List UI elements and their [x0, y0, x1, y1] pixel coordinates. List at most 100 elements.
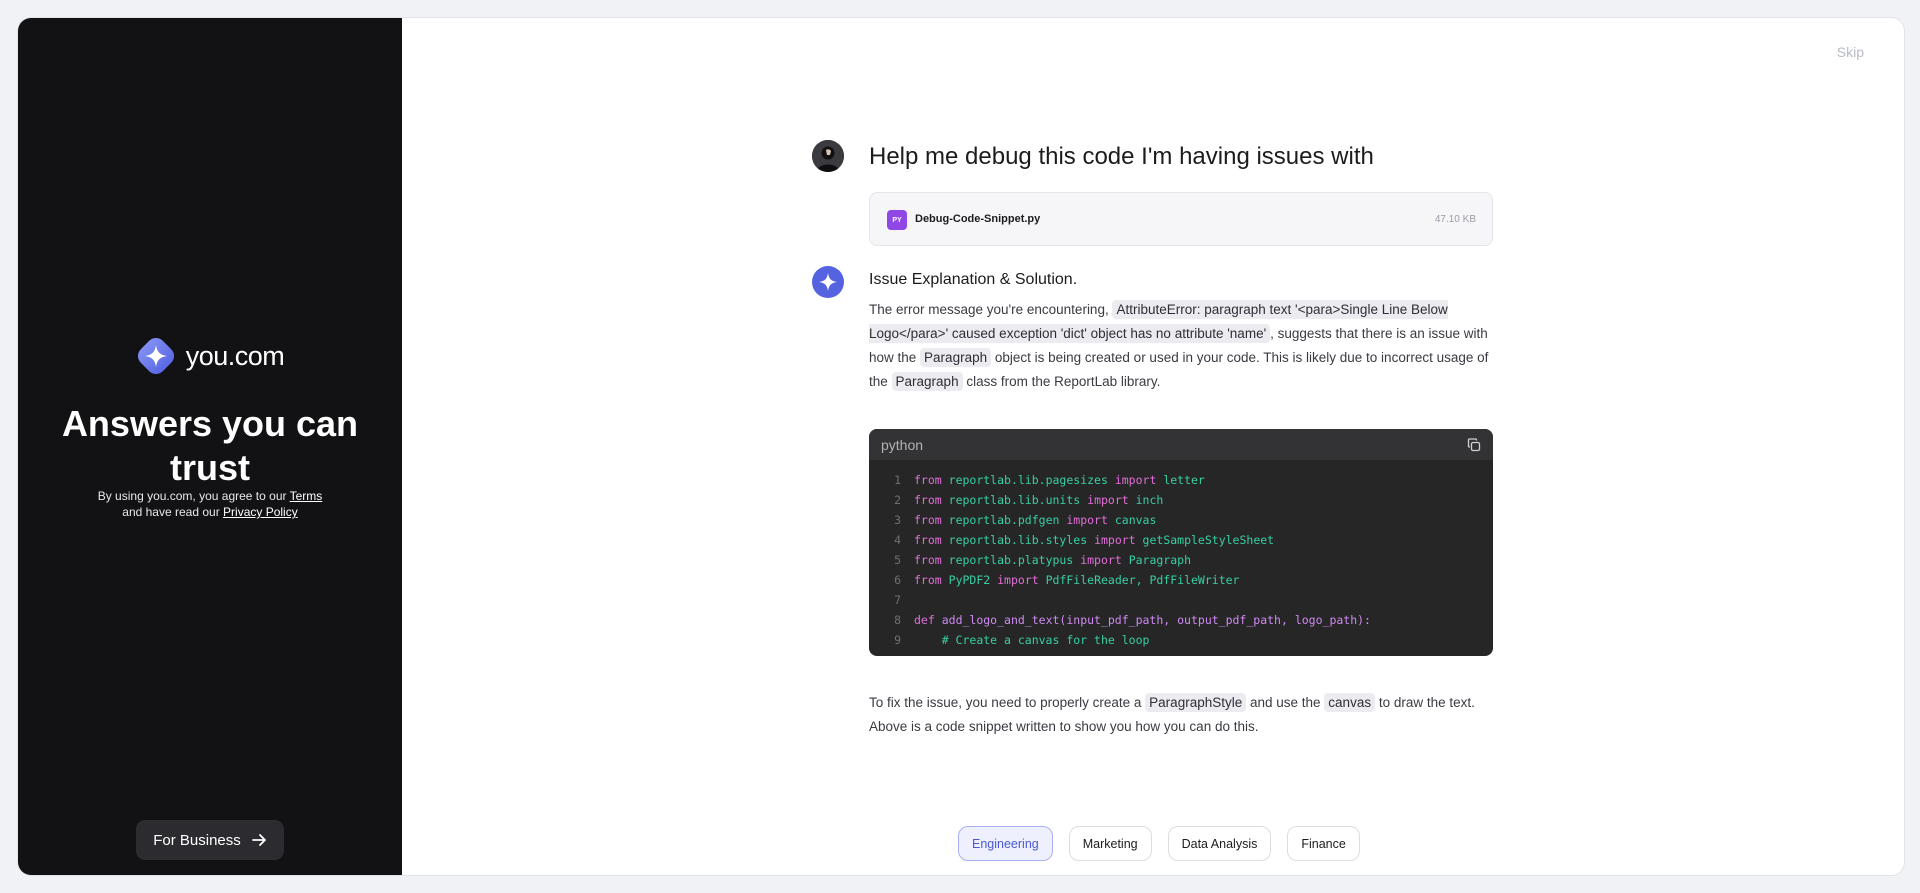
code-token: from: [914, 493, 942, 507]
tagline: Answers you can trust: [61, 403, 359, 488]
code-token: reportlab.lib.units: [948, 493, 1081, 507]
line-number: 9: [894, 633, 901, 647]
left-panel: you.com Answers you can trust By using y…: [18, 18, 402, 875]
code-line: 8 def add_logo_and_text(input_pdf_path, o…: [869, 610, 1493, 630]
code-line: 2 from reportlab.lib.units import inch: [869, 490, 1493, 510]
answer-text: The error message you're encountering,: [869, 302, 1113, 317]
code-line: 7: [869, 590, 1493, 610]
code-line: 5 from reportlab.platypus import Paragrap…: [869, 550, 1493, 570]
code-token: reportlab.pdfgen: [948, 513, 1060, 527]
file-size: 47.10 KB: [1434, 214, 1476, 225]
category-chips: Engineering Marketing Data Analysis Finance: [958, 826, 1360, 861]
code-token: from: [914, 573, 942, 587]
code-token: add_logo_and_text(input_pdf_path, output…: [941, 613, 1371, 627]
code-token: from: [914, 513, 942, 527]
answer-text: To fix the issue, you need to properly c…: [869, 695, 1146, 710]
code-block-header: python: [869, 429, 1493, 460]
code-token: PyPDF2: [948, 573, 991, 587]
for-business-button[interactable]: For Business: [136, 820, 284, 860]
code-language: python: [881, 436, 924, 453]
code-token: import: [1066, 513, 1108, 527]
code-token: reportlab.lib.pagesizes: [948, 473, 1108, 487]
copy-icon[interactable]: [1467, 437, 1481, 452]
line-number: 3: [894, 513, 901, 527]
line-number: 5: [894, 553, 901, 567]
legal-line-1: By using you.com, you agree to our Terms: [18, 488, 402, 504]
legal-text-1: By using you.com, you agree to our: [97, 489, 290, 503]
code-token: # Create a canvas for the loop: [941, 633, 1150, 647]
inline-code: Paragraph: [891, 372, 963, 391]
code-token: canvas: [1114, 513, 1157, 527]
code-token: getSampleStyleSheet: [1142, 533, 1275, 547]
legal-notice: By using you.com, you agree to our Terms…: [18, 488, 402, 520]
code-token: Paragraph: [1128, 553, 1191, 567]
line-number: 4: [894, 533, 901, 547]
code-block: python 1 from reportlab.lib.pagesizes imp…: [869, 429, 1493, 656]
code-text: from PyPDF2 import PdfFileReader, PdfFil…: [914, 570, 1239, 590]
assistant-logo-icon: [812, 266, 844, 298]
chip-marketing[interactable]: Marketing: [1068, 826, 1152, 861]
code-token: letter: [1163, 473, 1205, 487]
answer-text: and use the: [1246, 695, 1325, 710]
code-text: from reportlab.pdfgen import canvas: [914, 510, 1156, 530]
privacy-policy-link[interactable]: Privacy Policy: [223, 505, 298, 519]
code-body: 1 from reportlab.lib.pagesizes import let…: [869, 460, 1493, 650]
code-token: from: [914, 473, 942, 487]
code-text: from reportlab.platypus import Paragraph: [914, 550, 1191, 570]
code-line: 4 from reportlab.lib.styles import getSam…: [869, 530, 1493, 550]
code-token: from: [914, 553, 942, 567]
file-name: Debug-Code-Snippet.py: [915, 213, 1041, 225]
inline-code: canvas: [1324, 693, 1376, 712]
code-line: 3 from reportlab.pdfgen import canvas: [869, 510, 1493, 530]
code-line: 9 # Create a canvas for the loop: [869, 630, 1493, 650]
code-text: from reportlab.lib.units import inch: [914, 490, 1163, 510]
line-number: 1: [894, 473, 901, 487]
code-token: def: [914, 613, 935, 627]
code-token: import: [1114, 473, 1157, 487]
code-text: # Create a canvas for the loop: [914, 630, 1150, 650]
code-token: PdfFileReader, PdfFileWriter: [1045, 573, 1240, 587]
code-token: import: [1080, 553, 1122, 567]
line-number: 6: [894, 573, 901, 587]
code-line: 1 from reportlab.lib.pagesizes import let…: [869, 470, 1493, 490]
line-number: 2: [894, 493, 901, 507]
line-number: 8: [894, 613, 901, 627]
answer-paragraph-2: To fix the issue, you need to properly c…: [869, 691, 1493, 739]
terms-link[interactable]: Terms: [290, 489, 323, 503]
answer-paragraph-1: The error message you're encountering, A…: [869, 298, 1493, 394]
answer-title: Issue Explanation & Solution.: [869, 271, 1078, 288]
for-business-label: For Business: [153, 831, 241, 849]
python-file-icon: PY: [887, 210, 907, 230]
file-attachment[interactable]: PY Debug-Code-Snippet.py 47.10 KB: [869, 192, 1493, 246]
user-avatar-icon: [812, 140, 844, 172]
legal-text-2: and have read our: [122, 505, 224, 519]
arrow-right-icon: [251, 834, 266, 846]
chip-engineering[interactable]: Engineering: [958, 826, 1053, 861]
user-avatar: [812, 140, 844, 172]
inline-code: ParagraphStyle: [1145, 693, 1247, 712]
inline-code: Paragraph: [920, 348, 992, 367]
skip-button[interactable]: Skip: [1837, 44, 1864, 60]
line-number: 7: [894, 593, 901, 607]
code-text: from reportlab.lib.pagesizes import lett…: [914, 470, 1205, 490]
code-token: from: [914, 533, 942, 547]
brand-name: you.com: [185, 340, 285, 371]
brand: you.com: [18, 336, 402, 376]
chip-data-analysis[interactable]: Data Analysis: [1167, 826, 1272, 861]
chip-finance[interactable]: Finance: [1287, 826, 1360, 861]
